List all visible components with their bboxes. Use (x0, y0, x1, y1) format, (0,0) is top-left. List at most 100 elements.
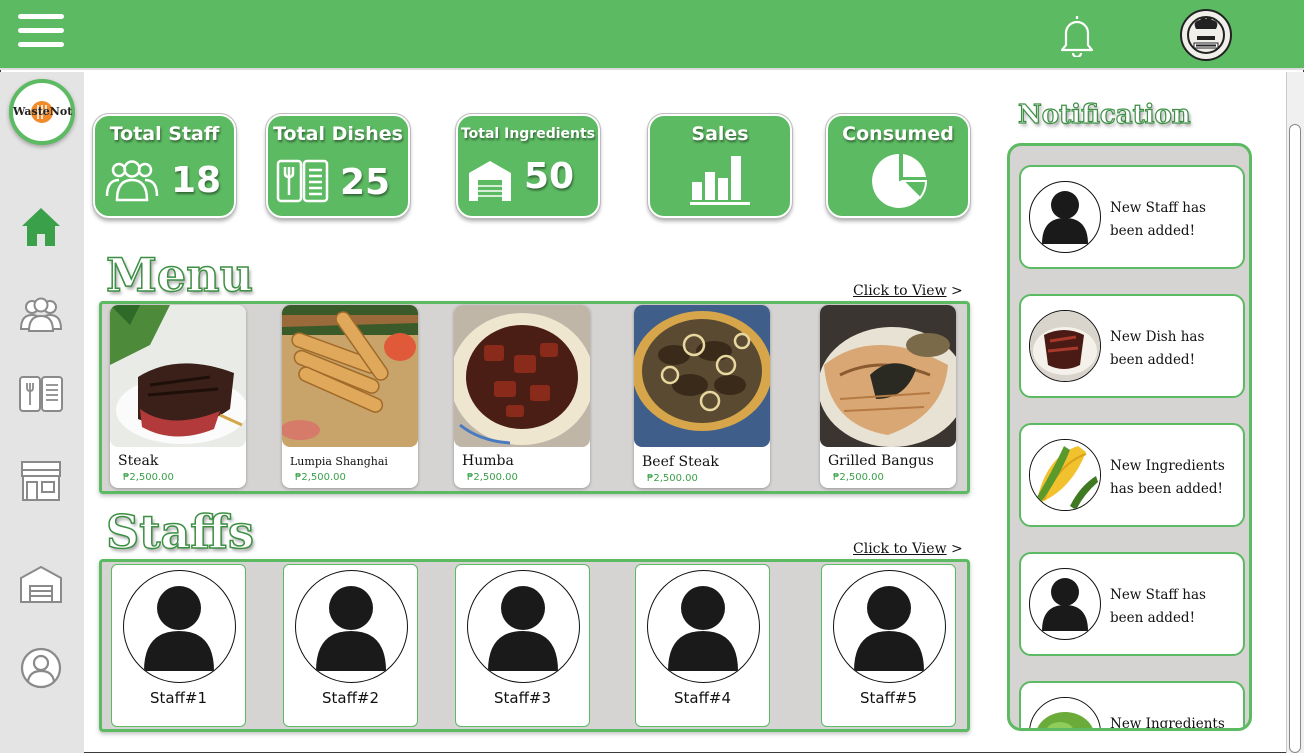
stat-value: 25 (340, 162, 391, 203)
dish-photo-grilled-bangus (820, 305, 956, 447)
notification-item[interactable]: New Staff has been added! (1019, 552, 1245, 656)
staff-icon (105, 160, 159, 202)
dish-name: Lumpia Shanghai (290, 455, 388, 468)
warehouse-icon[interactable] (18, 562, 64, 608)
scrollbar-thumb[interactable] (1289, 124, 1301, 753)
notification-item[interactable]: New Ingredients (1019, 681, 1245, 731)
notification-text: New Dish has been added! (1110, 326, 1240, 372)
staff-label: Staff#2 (321, 689, 380, 707)
corn-photo (1029, 439, 1101, 511)
person-icon (123, 570, 236, 683)
notification-text: New Ingredients (1110, 713, 1240, 731)
dish-card[interactable]: Humba ₱2,500.00 (454, 305, 590, 488)
stat-title: Total Staff (109, 123, 220, 145)
notification-item[interactable]: New Ingredients has been added! (1019, 423, 1245, 527)
hamburger-icon[interactable] (18, 14, 64, 48)
menu-book-icon (276, 159, 329, 203)
warehouse-icon (469, 161, 511, 201)
dish-card[interactable]: Lumpia Shanghai ₱2,500.00 (282, 305, 418, 488)
dish-price: ₱2,500.00 (123, 472, 174, 483)
staff-label: Staff#5 (859, 689, 918, 707)
menu-section-title: Menu (105, 247, 254, 303)
notification-line2: has been added! (1110, 481, 1223, 497)
dish-price: ₱2,500.00 (647, 473, 698, 484)
stat-title: Consumed (842, 123, 954, 145)
stat-card-total-dishes[interactable]: Total Dishes 25 (265, 113, 411, 219)
notification-item[interactable]: New Staff has been added! (1019, 165, 1245, 269)
notification-line1: New Dish has (1110, 329, 1205, 345)
chevron-right-icon: > (951, 541, 963, 557)
dish-card[interactable]: Beef Steak ₱2,500.00 (634, 305, 770, 488)
dish-photo-lumpia (282, 305, 418, 447)
logo-text: WasteNot (13, 105, 73, 118)
dish-photo-humba (454, 305, 590, 447)
staff-card[interactable]: Staff#4 (635, 564, 770, 727)
person-icon (1029, 181, 1101, 253)
notification-line2: been added! (1110, 610, 1195, 626)
notification-text: New Staff has been added! (1110, 584, 1240, 630)
user-avatar[interactable] (1180, 9, 1232, 61)
dish-photo (1029, 310, 1101, 382)
dish-price: ₱2,500.00 (467, 472, 518, 483)
staff-card[interactable]: Staff#2 (283, 564, 418, 727)
staff-card[interactable]: Staff#1 (111, 564, 246, 727)
person-icon (467, 570, 580, 683)
dish-card[interactable]: Grilled Bangus ₱2,500.00 (820, 305, 956, 488)
dish-name: Humba (462, 453, 514, 469)
stat-value: 18 (171, 160, 222, 201)
pie-chart-icon (872, 154, 928, 208)
dish-name: Grilled Bangus (828, 453, 934, 469)
notification-line1: New Staff has (1110, 200, 1206, 216)
menu-book-icon[interactable] (18, 371, 64, 417)
view-link-text: Click to View (853, 283, 947, 299)
dish-photo-beef-steak (634, 305, 770, 447)
wastenot-logo[interactable]: WasteNot (9, 79, 75, 145)
notification-panel: New Staff has been added! New Dish has b… (1007, 143, 1252, 731)
dish-price: ₱2,500.00 (833, 472, 884, 483)
person-icon (833, 570, 946, 683)
dish-price: ₱2,500.00 (295, 472, 346, 483)
stat-card-total-staff[interactable]: Total Staff 18 (92, 113, 237, 219)
notification-text: New Staff has been added! (1110, 197, 1240, 243)
dish-name: Steak (118, 453, 159, 469)
staff-icon[interactable] (18, 293, 64, 339)
top-bar (0, 0, 1304, 70)
staff-label: Staff#3 (493, 689, 552, 707)
dish-card[interactable]: Steak ₱2,500.00 (110, 305, 246, 488)
notification-item[interactable]: New Dish has been added! (1019, 294, 1245, 398)
home-icon[interactable] (18, 204, 64, 250)
bell-icon[interactable] (1058, 13, 1096, 57)
notification-line1: New Ingredients (1110, 458, 1225, 474)
lettuce-photo (1029, 697, 1101, 728)
staffs-view-link[interactable]: Click to View > (853, 541, 963, 557)
store-icon[interactable] (18, 458, 64, 504)
staffs-section-title: Staffs (105, 504, 254, 560)
view-link-text: Click to View (853, 541, 947, 557)
stat-title: Total Ingredients (460, 126, 596, 142)
person-icon (295, 570, 408, 683)
stat-card-total-ingredients[interactable]: Total Ingredients 50 (455, 113, 601, 219)
stat-card-sales[interactable]: Sales (647, 113, 793, 219)
stat-title: Total Dishes (273, 123, 403, 145)
notification-line1: New Staff has (1110, 587, 1206, 603)
staff-card[interactable]: Staff#3 (455, 564, 590, 727)
notification-line2: been added! (1110, 352, 1195, 368)
stat-card-consumed[interactable]: Consumed (825, 113, 971, 219)
person-icon (647, 570, 760, 683)
notification-text: New Ingredients has been added! (1110, 455, 1240, 501)
menu-view-link[interactable]: Click to View > (853, 283, 963, 299)
stat-title: Sales (691, 123, 749, 145)
staff-label: Staff#4 (673, 689, 732, 707)
dish-name: Beef Steak (642, 454, 719, 470)
staff-label: Staff#1 (149, 689, 208, 707)
notification-line2: been added! (1110, 223, 1195, 239)
notification-line1: New Ingredients (1110, 716, 1225, 731)
profile-icon[interactable] (18, 645, 64, 691)
stat-value: 50 (524, 156, 575, 197)
chevron-right-icon: > (951, 283, 963, 299)
notification-title: Notification (1017, 99, 1191, 130)
staff-card[interactable]: Staff#5 (821, 564, 956, 727)
dish-photo-steak (110, 305, 246, 447)
bar-chart-icon (690, 156, 750, 205)
person-icon (1029, 568, 1101, 640)
